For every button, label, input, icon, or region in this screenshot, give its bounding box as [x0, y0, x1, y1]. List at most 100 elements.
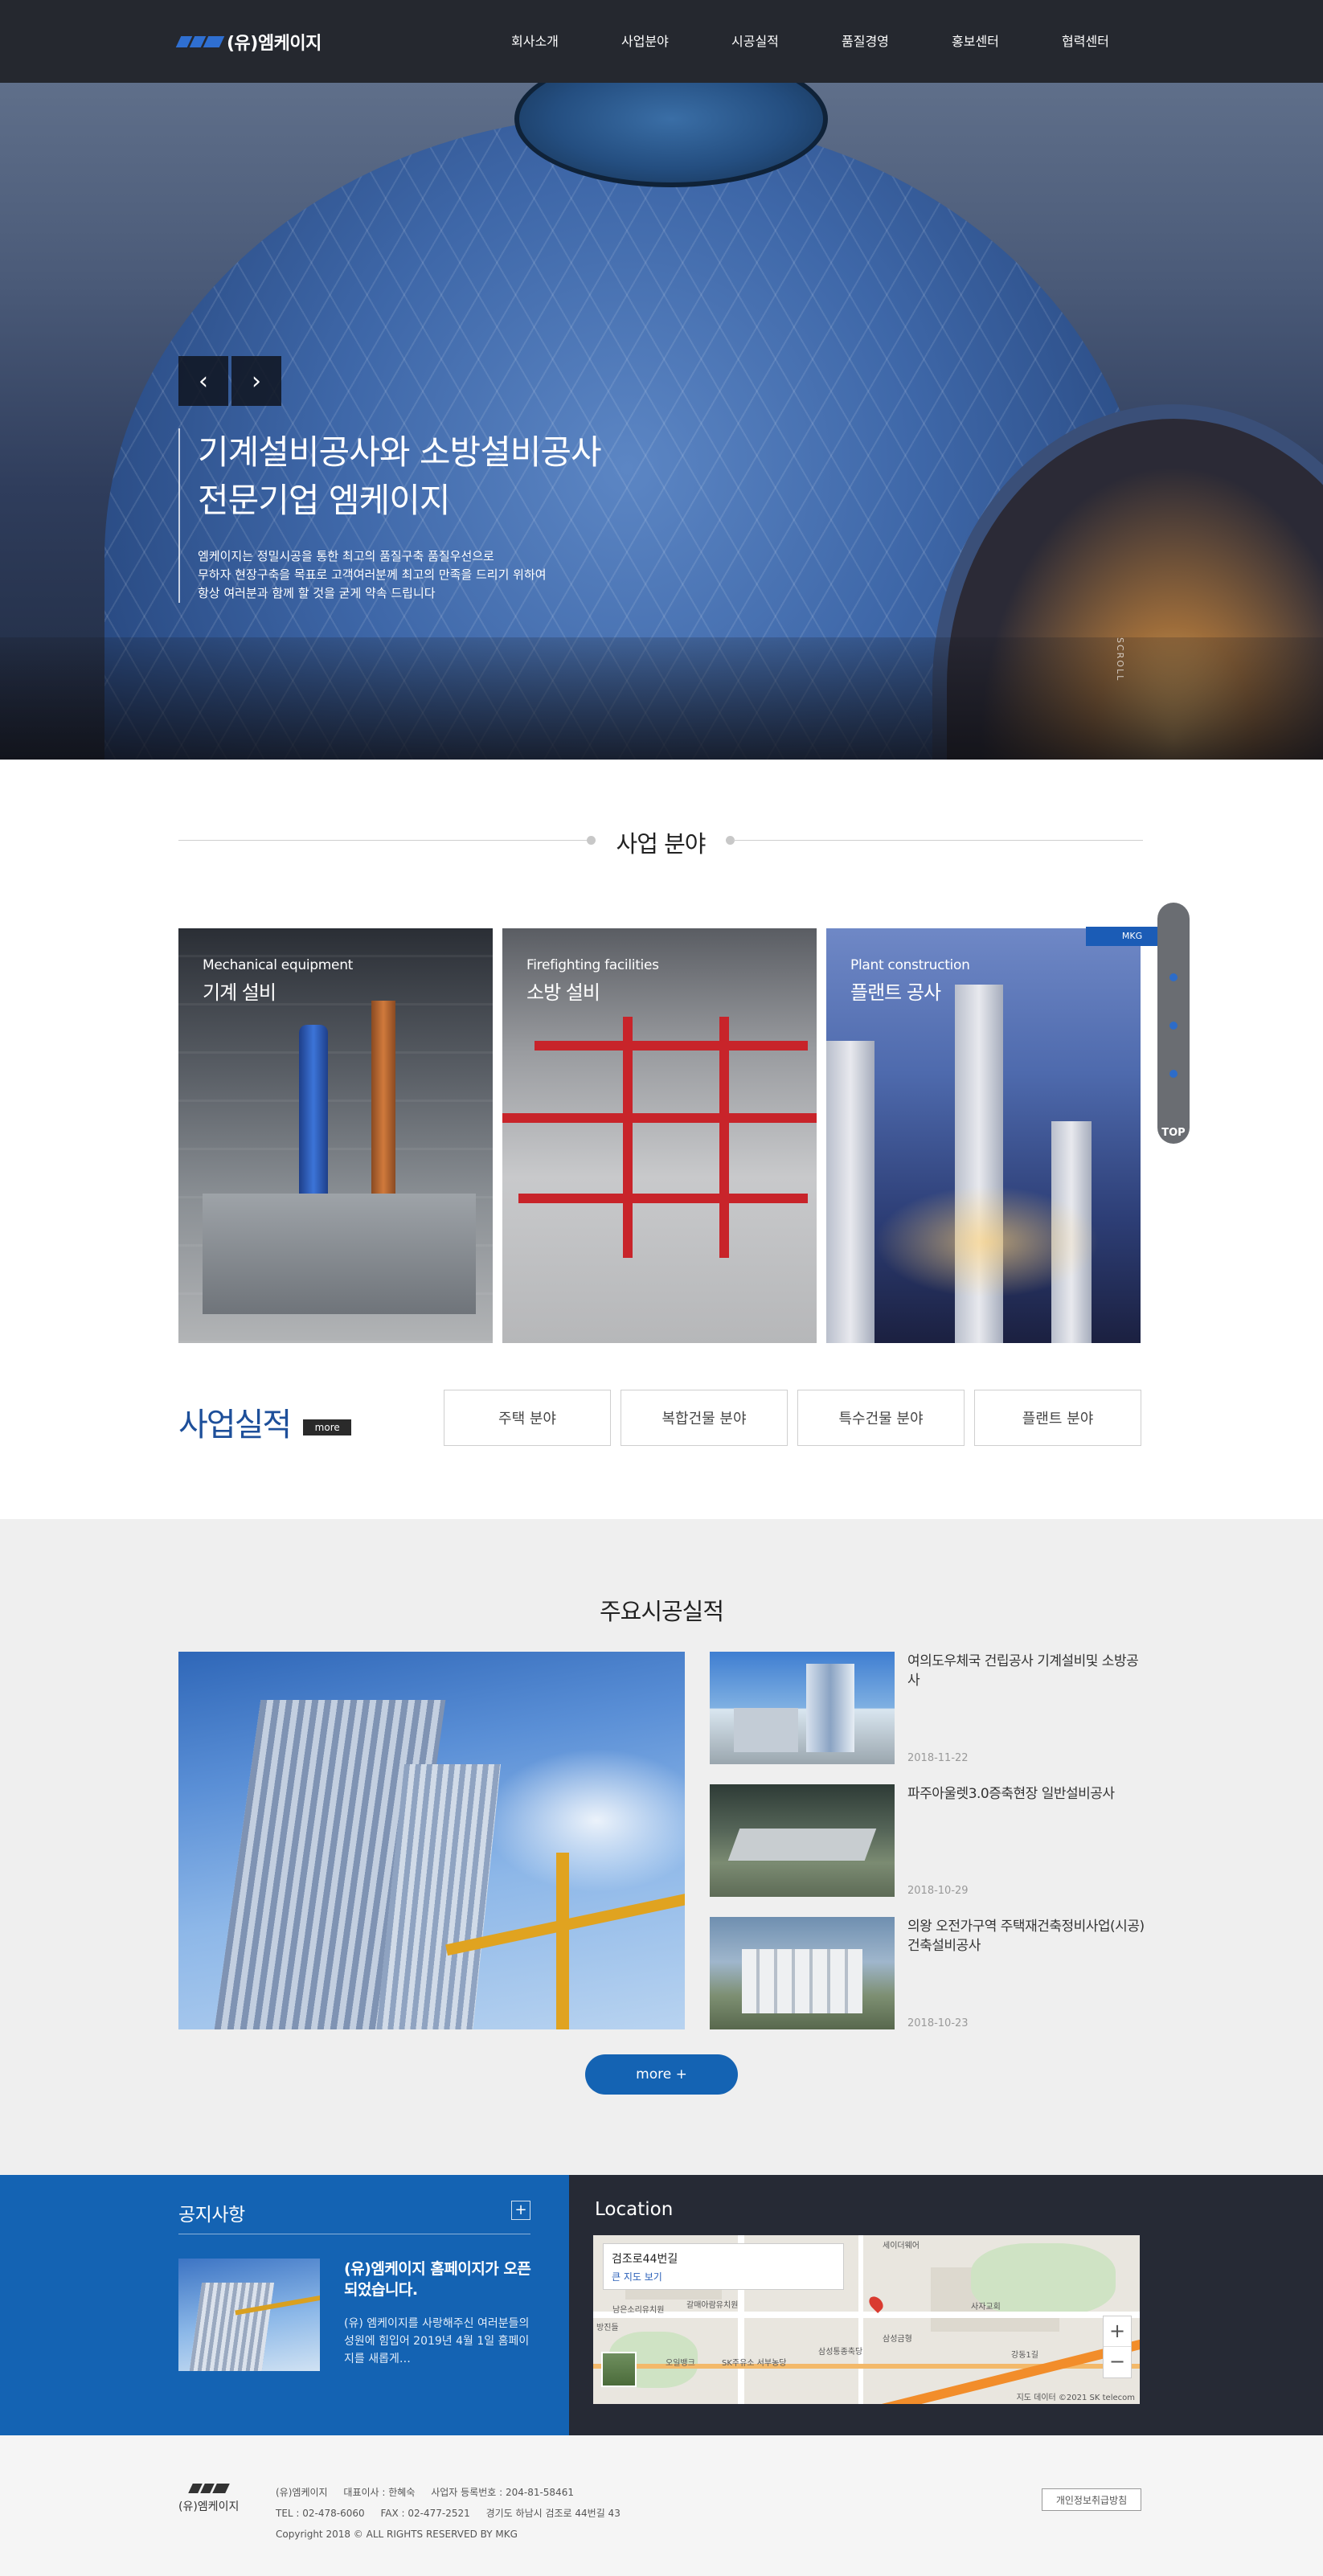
scroll-indicator: SCROLL — [1115, 637, 1125, 682]
main-nav: 회사소개 사업분야 시공실적 품질경영 홍보센터 협력센터 — [511, 31, 1172, 50]
side-nav-dot[interactable] — [1169, 1070, 1178, 1078]
notice-header: 공지사항 + — [178, 2199, 530, 2234]
map-large-link[interactable]: 큰 지도 보기 — [612, 2270, 835, 2283]
site-footer: (유)엠케이지 (유)엠케이지 대표이사 : 한혜숙 사업자 등록번호 : 20… — [0, 2435, 1323, 2576]
card-image-detail — [518, 1194, 808, 1203]
hero-desc-line3: 항상 여러분과 함께 할 것을 굳게 약속 드립니다 — [198, 586, 436, 600]
map-label: 삼성통종축당 — [818, 2348, 863, 2357]
tab-complex-building[interactable]: 복합건물 분야 — [621, 1390, 788, 1446]
footer-ceo: 대표이사 : 한혜숙 — [343, 2487, 416, 2498]
site-logo[interactable]: (유)엠케이지 — [175, 29, 322, 55]
list-item[interactable]: 여의도우체국 건립공사 기계설비및 소방공사 2018-11-22 — [710, 1652, 1144, 1784]
footer-biz-no: 사업자 등록번호 : 204-81-58461 — [431, 2487, 574, 2498]
location-title: Location — [595, 2199, 674, 2220]
scroll-top-button[interactable]: TOP — [1157, 1127, 1190, 1139]
list-item[interactable]: 의왕 오전가구역 주택재건축정비사업(시공) 건축설비공사 2018-10-23 — [710, 1917, 1145, 2050]
notice-section: 공지사항 + (유)엠케이지 홈페이지가 오픈되었습니다. (유) 엠케이지를 … — [0, 2175, 569, 2435]
footer-logo: (유)엠케이지 — [178, 2484, 239, 2514]
nav-item-works[interactable]: 시공실적 — [731, 31, 842, 50]
site-header: (유)엠케이지 회사소개 사업분야 시공실적 품질경영 홍보센터 협력센터 — [0, 0, 1323, 83]
card-caption: Plant construction 플랜트 공사 — [850, 957, 970, 1005]
nav-item-business[interactable]: 사업분야 — [621, 31, 731, 50]
slider-next-icon[interactable]: › — [231, 356, 281, 406]
image-detail — [556, 1853, 569, 2029]
hero-desc-line2: 무하자 현장구축을 목표로 고객여러분께 최고의 만족을 드리기 위하여 — [198, 567, 547, 582]
footer-fax: FAX : 02-477-2521 — [380, 2508, 470, 2519]
notice-thumbnail[interactable] — [178, 2259, 320, 2371]
map-pin-icon[interactable] — [866, 2293, 887, 2314]
map-label: 갈매아람유치원 — [686, 2301, 739, 2310]
slider-prev-icon[interactable]: ‹ — [178, 356, 228, 406]
nav-item-partner[interactable]: 협력센터 — [1062, 31, 1172, 50]
work-date: 2018-10-23 — [907, 2017, 969, 2029]
work-info: 파주아울렛3.0증축현장 일반설비공사 2018-10-29 — [907, 1784, 1149, 1897]
work-thumbnail — [710, 1917, 895, 2029]
tab-housing[interactable]: 주택 분야 — [444, 1390, 611, 1446]
work-title: 의왕 오전가구역 주택재건축정비사업(시공) 건축설비공사 — [907, 1919, 1145, 1954]
hero-text-block: 기계설비공사와 소방설비공사 전문기업 엠케이지 엠케이지는 정밀시공을 통한 … — [178, 428, 693, 603]
tab-plant[interactable]: 플랜트 분야 — [974, 1390, 1141, 1446]
hero-banner: ‹ › 기계설비공사와 소방설비공사 전문기업 엠케이지 엠케이지는 정밀시공을… — [0, 83, 1323, 760]
major-works-section: 주요시공실적 여의도우체국 건립공사 기계설비및 소방공사 2018-11-22… — [0, 1519, 1323, 2175]
footer-logo-mark-icon — [178, 2484, 239, 2493]
map-road — [858, 2235, 863, 2404]
map-label: 사자교회 — [971, 2303, 1001, 2312]
hero-title-line2: 전문기업 엠케이지 — [198, 481, 450, 520]
image-detail — [484, 1748, 685, 1893]
work-title: 여의도우체국 건립공사 기계설비및 소방공사 — [907, 1653, 1139, 1689]
hero-title-line1: 기계설비공사와 소방설비공사 — [198, 432, 602, 472]
business-card-mechanical[interactable]: Mechanical equipment 기계 설비 — [178, 928, 493, 1343]
nav-item-company[interactable]: 회사소개 — [511, 31, 621, 50]
performance-title: 사업실적 — [178, 1399, 292, 1445]
location-map[interactable]: 세이더웨어 방진들 남은소리유치원 갈매아람유치원 삼성통종축당 사자교회 SK… — [593, 2235, 1140, 2404]
card-image-detail — [826, 1041, 874, 1343]
card-title-en: Firefighting facilities — [526, 957, 659, 973]
card-caption: Firefighting facilities 소방 설비 — [526, 957, 659, 1005]
work-info: 여의도우체국 건립공사 기계설비및 소방공사 2018-11-22 — [907, 1652, 1149, 1764]
notice-item-title[interactable]: (유)엠케이지 홈페이지가 오픈되었습니다. — [344, 2259, 537, 2300]
work-info: 의왕 오전가구역 주택재건축정비사업(시공) 건축설비공사 2018-10-23 — [907, 1917, 1149, 2029]
privacy-policy-button[interactable]: 개인정보취급방침 — [1042, 2488, 1141, 2511]
business-section-header: 사업 분야 — [178, 825, 1143, 858]
performance-more-button[interactable]: more — [303, 1419, 352, 1435]
nav-item-quality[interactable]: 품질경영 — [842, 31, 952, 50]
work-date: 2018-11-22 — [907, 1752, 969, 1764]
business-card-plant[interactable]: Plant construction 플랜트 공사 — [826, 928, 1141, 1343]
work-date: 2018-10-29 — [907, 1885, 969, 1897]
map-label: SK주유소 서부농당 — [722, 2359, 787, 2368]
logo-mark-icon — [175, 36, 225, 47]
nav-item-pr[interactable]: 홍보센터 — [952, 31, 1062, 50]
performance-tabs: 주택 분야 복합건물 분야 특수건물 분야 플랜트 분야 — [444, 1390, 1141, 1446]
card-title-ko: 소방 설비 — [526, 981, 600, 1004]
map-copyright: 지도 데이터 ©2021 SK telecom — [1016, 2394, 1135, 2402]
divider-right — [733, 840, 1143, 841]
map-zoom-control: + − — [1103, 2316, 1132, 2378]
hero-title: 기계설비공사와 소방설비공사 전문기업 엠케이지 — [198, 428, 693, 525]
business-section-title: 사업 분야 — [616, 830, 707, 858]
card-image-detail — [535, 1041, 808, 1050]
works-main-image[interactable] — [178, 1652, 685, 2029]
footer-info: (유)엠케이지 대표이사 : 한혜숙 사업자 등록번호 : 204-81-584… — [276, 2482, 633, 2545]
list-item[interactable]: 파주아울렛3.0증축현장 일반설비공사 2018-10-29 — [710, 1784, 1144, 1917]
hero-desc-line1: 엠케이지는 정밀시공을 통한 최고의 품질구축 품질우선으로 — [198, 549, 494, 563]
performance-header: 사업실적 more — [178, 1399, 352, 1445]
map-info-box: 검조로44번길 큰 지도 보기 — [603, 2243, 844, 2290]
hero-description: 엠케이지는 정밀시공을 통한 최고의 품질구축 품질우선으로 무하자 현장구축을… — [198, 547, 693, 603]
card-title-ko: 기계 설비 — [203, 981, 276, 1004]
works-more-button[interactable]: more + — [585, 2054, 738, 2095]
map-label: 오일뱅크 — [666, 2359, 695, 2368]
logo-text: (유)엠케이지 — [227, 34, 322, 54]
map-streetview-thumbnail[interactable] — [601, 2352, 637, 2387]
notice-more-plus-icon[interactable]: + — [511, 2201, 530, 2220]
zoom-out-icon[interactable]: − — [1104, 2347, 1131, 2377]
business-card-firefighting[interactable]: Firefighting facilities 소방 설비 — [502, 928, 817, 1343]
map-label: 남은소리유치원 — [612, 2306, 665, 2315]
tab-special-building[interactable]: 특수건물 분야 — [797, 1390, 965, 1446]
location-section: Location 세이더웨어 방진들 남은소리유치원 갈매아람유치원 삼성통종축… — [569, 2175, 1323, 2435]
map-label: 방진들 — [596, 2324, 619, 2332]
card-caption: Mechanical equipment 기계 설비 — [203, 957, 353, 1005]
side-nav-dot[interactable] — [1169, 1022, 1178, 1030]
footer-logo-name: (유)엠케이지 — [178, 2500, 240, 2513]
zoom-in-icon[interactable]: + — [1104, 2316, 1131, 2347]
side-nav-dot[interactable] — [1169, 973, 1178, 981]
